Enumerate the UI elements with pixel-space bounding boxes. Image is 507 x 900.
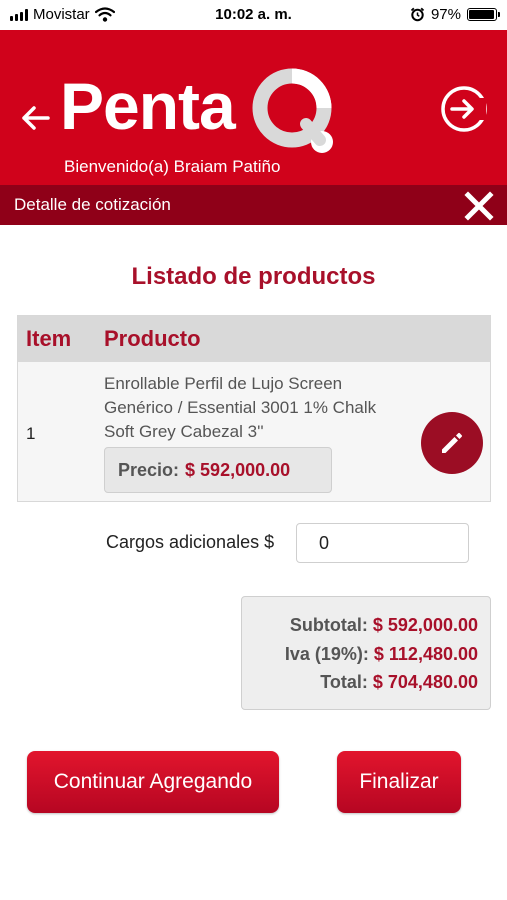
- logout-icon[interactable]: [439, 84, 489, 134]
- battery-percent: 97%: [430, 6, 461, 23]
- carrier-name: Movistar: [33, 6, 90, 23]
- signal-icon: [10, 8, 28, 21]
- wifi-icon: [94, 7, 115, 22]
- battery-icon: [467, 8, 500, 21]
- totals-box: Subtotal: $ 592,000.00 Iva (19%): $ 112,…: [241, 596, 491, 710]
- subtotal-label: Subtotal:: [289, 615, 368, 635]
- column-header-item: Item: [26, 326, 72, 351]
- app-header: Penta Bienvenido(a) Braiam Patiño: [0, 30, 507, 185]
- subtotal-value: $ 592,000.00: [372, 615, 478, 635]
- total-label: Total:: [320, 672, 368, 692]
- pencil-icon: [442, 432, 463, 453]
- product-description: Enrollable Perfil de Lujo Screen Genéric…: [104, 374, 377, 441]
- status-left: Movistar: [10, 6, 115, 23]
- detail-title: Detalle de cotización: [14, 195, 171, 214]
- status-right: 97%: [410, 6, 500, 23]
- products-title: Listado de productos: [131, 263, 376, 290]
- subtotal-line: Subtotal: $ 592,000.00: [242, 611, 478, 640]
- detail-bar: Detalle de cotización: [0, 185, 507, 225]
- total-value: $ 704,480.00: [372, 672, 478, 692]
- price-box: Precio: $ 592,000.00: [104, 447, 332, 493]
- column-header-product: Producto: [104, 326, 201, 351]
- iva-label: Iva (19%):: [284, 643, 369, 664]
- alarm-clock-icon: [410, 7, 425, 22]
- row-index: 1: [26, 424, 36, 443]
- table-header: Item Producto: [18, 316, 490, 362]
- total-line: Total: $ 704,480.00: [242, 668, 478, 697]
- logo-q-icon: [252, 68, 333, 153]
- edit-product-button[interactable]: [421, 412, 483, 474]
- iva-line: Iva (19%): $ 112,480.00: [242, 640, 478, 669]
- continue-adding-button[interactable]: Continuar Agregando: [27, 751, 279, 813]
- logo-text: Penta: [60, 69, 236, 143]
- iva-value: $ 112,480.00: [373, 643, 478, 664]
- price-value: $ 592,000.00: [185, 459, 291, 480]
- status-bar: Movistar 10:02 a. m. 97%: [0, 0, 507, 30]
- welcome-text: Bienvenido(a) Braiam Patiño: [64, 157, 281, 176]
- arrow-left-icon[interactable]: [18, 100, 54, 136]
- close-icon[interactable]: [463, 190, 495, 222]
- additional-charges-label: Cargos adicionales $: [106, 532, 275, 552]
- price-label: Precio:: [118, 459, 180, 480]
- additional-charges-input[interactable]: [296, 523, 469, 563]
- finish-button[interactable]: Finalizar: [337, 751, 461, 813]
- products-table: Item Producto 1 Enrollable Perfil de Luj…: [17, 315, 491, 502]
- battery-level: [469, 10, 495, 19]
